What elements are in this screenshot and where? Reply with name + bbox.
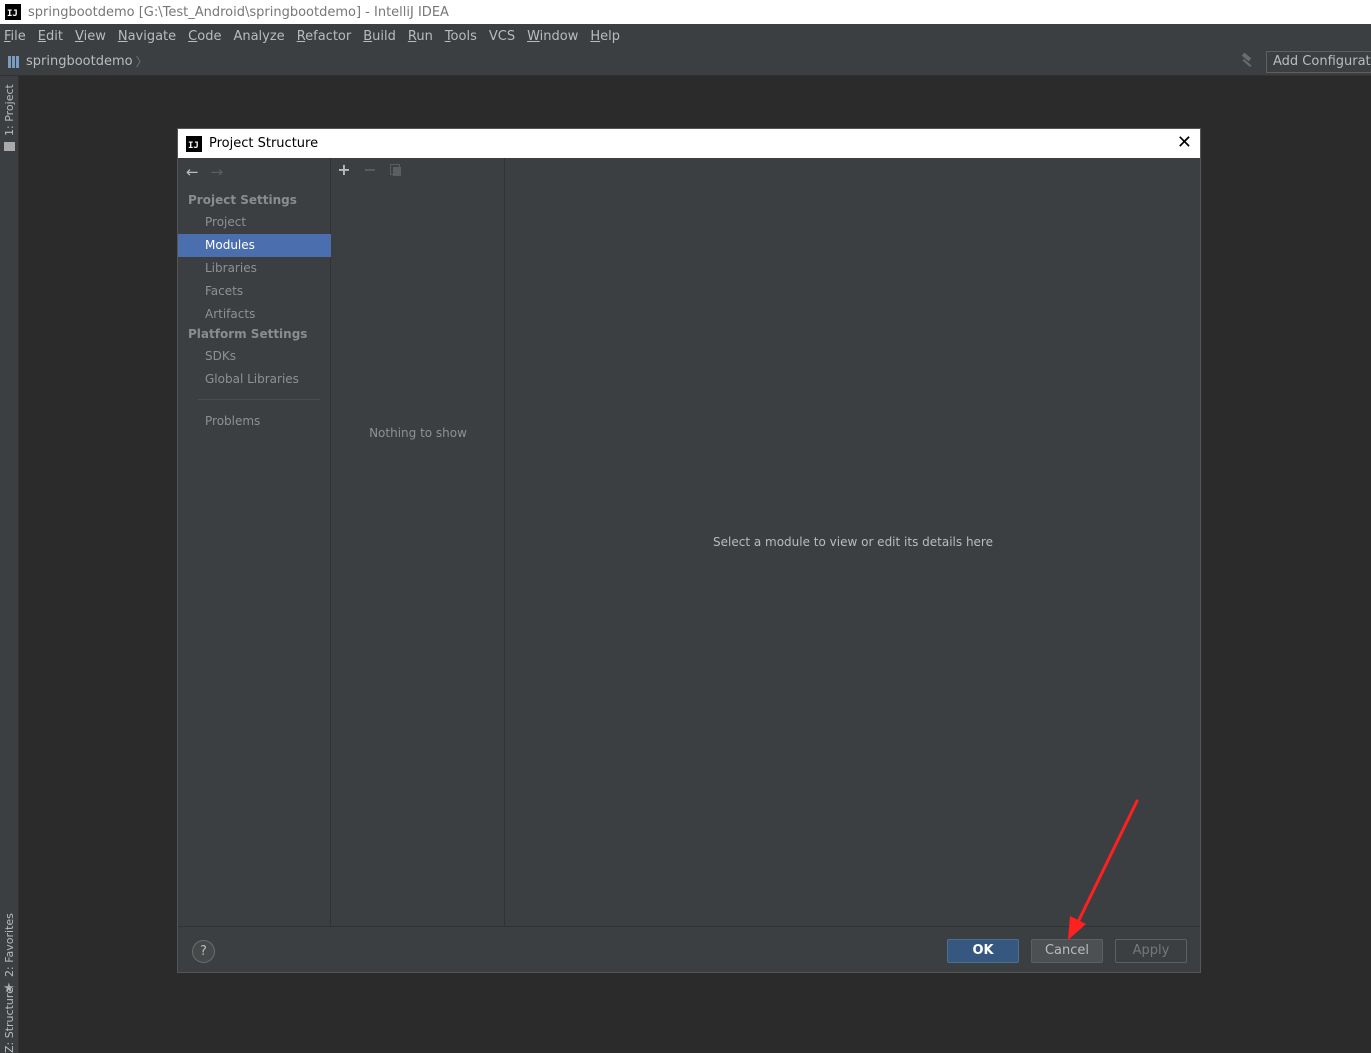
settings-nav-panel: ← → Project Settings Project Modules Lib… — [178, 158, 331, 926]
nav-divider — [198, 399, 320, 400]
breadcrumb-project[interactable]: springbootdemo — [26, 54, 133, 69]
left-tool-window-strip: 1: Project 2: Favorites ★ Z: Structure — [0, 76, 19, 1053]
favorites-tab-label: 2: Favorites — [3, 913, 16, 977]
menu-navigate[interactable]: Navigate — [118, 29, 176, 44]
close-icon[interactable]: ✕ — [1177, 132, 1192, 154]
module-list-toolbar: + − — [337, 160, 403, 180]
navigation-bar: springbootdemo 〉 Add Configuration... — [0, 48, 1371, 76]
detail-placeholder: Select a module to view or edit its deta… — [713, 535, 993, 549]
ok-button[interactable]: OK — [947, 939, 1019, 963]
structure-tool-tab[interactable]: Z: Structure — [0, 987, 19, 1053]
platform-settings-header: Platform Settings — [188, 327, 308, 341]
dialog-titlebar[interactable]: IJ Project Structure ✕ — [178, 129, 1200, 158]
intellij-logo-icon: IJ — [186, 135, 202, 152]
nav-item-artifacts[interactable]: Artifacts — [178, 303, 331, 326]
nav-item-libraries[interactable]: Libraries — [178, 257, 331, 280]
window-titlebar: IJ springbootdemo [G:\Test_Android\sprin… — [0, 0, 1371, 24]
breadcrumb-separator-icon: 〉 — [135, 55, 148, 69]
build-hammer-icon[interactable] — [1240, 54, 1254, 68]
dialog-title: Project Structure — [209, 136, 319, 151]
nav-item-project[interactable]: Project — [178, 211, 331, 234]
dialog-footer: ? OK Cancel Apply — [178, 926, 1200, 972]
menu-run[interactable]: Run — [408, 29, 433, 44]
nav-item-facets[interactable]: Facets — [178, 280, 331, 303]
nav-item-modules[interactable]: Modules — [178, 234, 331, 257]
menu-bar: File Edit View Navigate Code Analyze Ref… — [0, 24, 1371, 48]
module-list-panel: + − Nothing to show — [331, 158, 505, 926]
menu-tools[interactable]: Tools — [445, 29, 477, 44]
window-title: springbootdemo [G:\Test_Android\springbo… — [28, 4, 449, 20]
project-structure-dialog: IJ Project Structure ✕ ← → Project Setti… — [177, 128, 1201, 973]
project-tab-label: 1: Project — [3, 84, 16, 136]
menu-file[interactable]: File — [4, 29, 26, 44]
back-arrow-icon[interactable]: ← — [186, 164, 199, 180]
project-module-icon — [8, 55, 20, 68]
folder-icon — [4, 142, 15, 151]
menu-vcs[interactable]: VCS — [489, 29, 515, 44]
nav-item-problems[interactable]: Problems — [178, 410, 331, 433]
menu-view[interactable]: View — [75, 29, 106, 44]
project-settings-header: Project Settings — [188, 193, 297, 207]
module-detail-panel: Select a module to view or edit its deta… — [506, 158, 1200, 926]
nav-item-sdks[interactable]: SDKs — [178, 345, 331, 368]
add-configuration-button[interactable]: Add Configuration... — [1266, 51, 1371, 73]
menu-build[interactable]: Build — [363, 29, 396, 44]
history-nav: ← → — [186, 164, 223, 180]
menu-code[interactable]: Code — [188, 29, 221, 44]
forward-arrow-icon[interactable]: → — [211, 164, 224, 180]
structure-tab-label: Z: Structure — [3, 987, 16, 1053]
apply-button[interactable]: Apply — [1115, 939, 1187, 963]
menu-window[interactable]: Window — [527, 29, 578, 44]
cancel-button[interactable]: Cancel — [1031, 939, 1103, 963]
menu-edit[interactable]: Edit — [38, 29, 63, 44]
menu-help[interactable]: Help — [590, 29, 620, 44]
remove-icon[interactable]: − — [363, 162, 377, 178]
menu-refactor[interactable]: Refactor — [297, 29, 352, 44]
add-icon[interactable]: + — [337, 162, 351, 178]
nav-item-global-libraries[interactable]: Global Libraries — [178, 368, 331, 391]
help-button[interactable]: ? — [192, 940, 215, 963]
empty-list-message: Nothing to show — [369, 426, 467, 440]
intellij-logo-icon: IJ — [5, 4, 21, 20]
menu-analyze[interactable]: Analyze — [233, 29, 284, 44]
project-tool-tab[interactable]: 1: Project — [0, 76, 19, 156]
copy-icon[interactable] — [389, 163, 403, 177]
